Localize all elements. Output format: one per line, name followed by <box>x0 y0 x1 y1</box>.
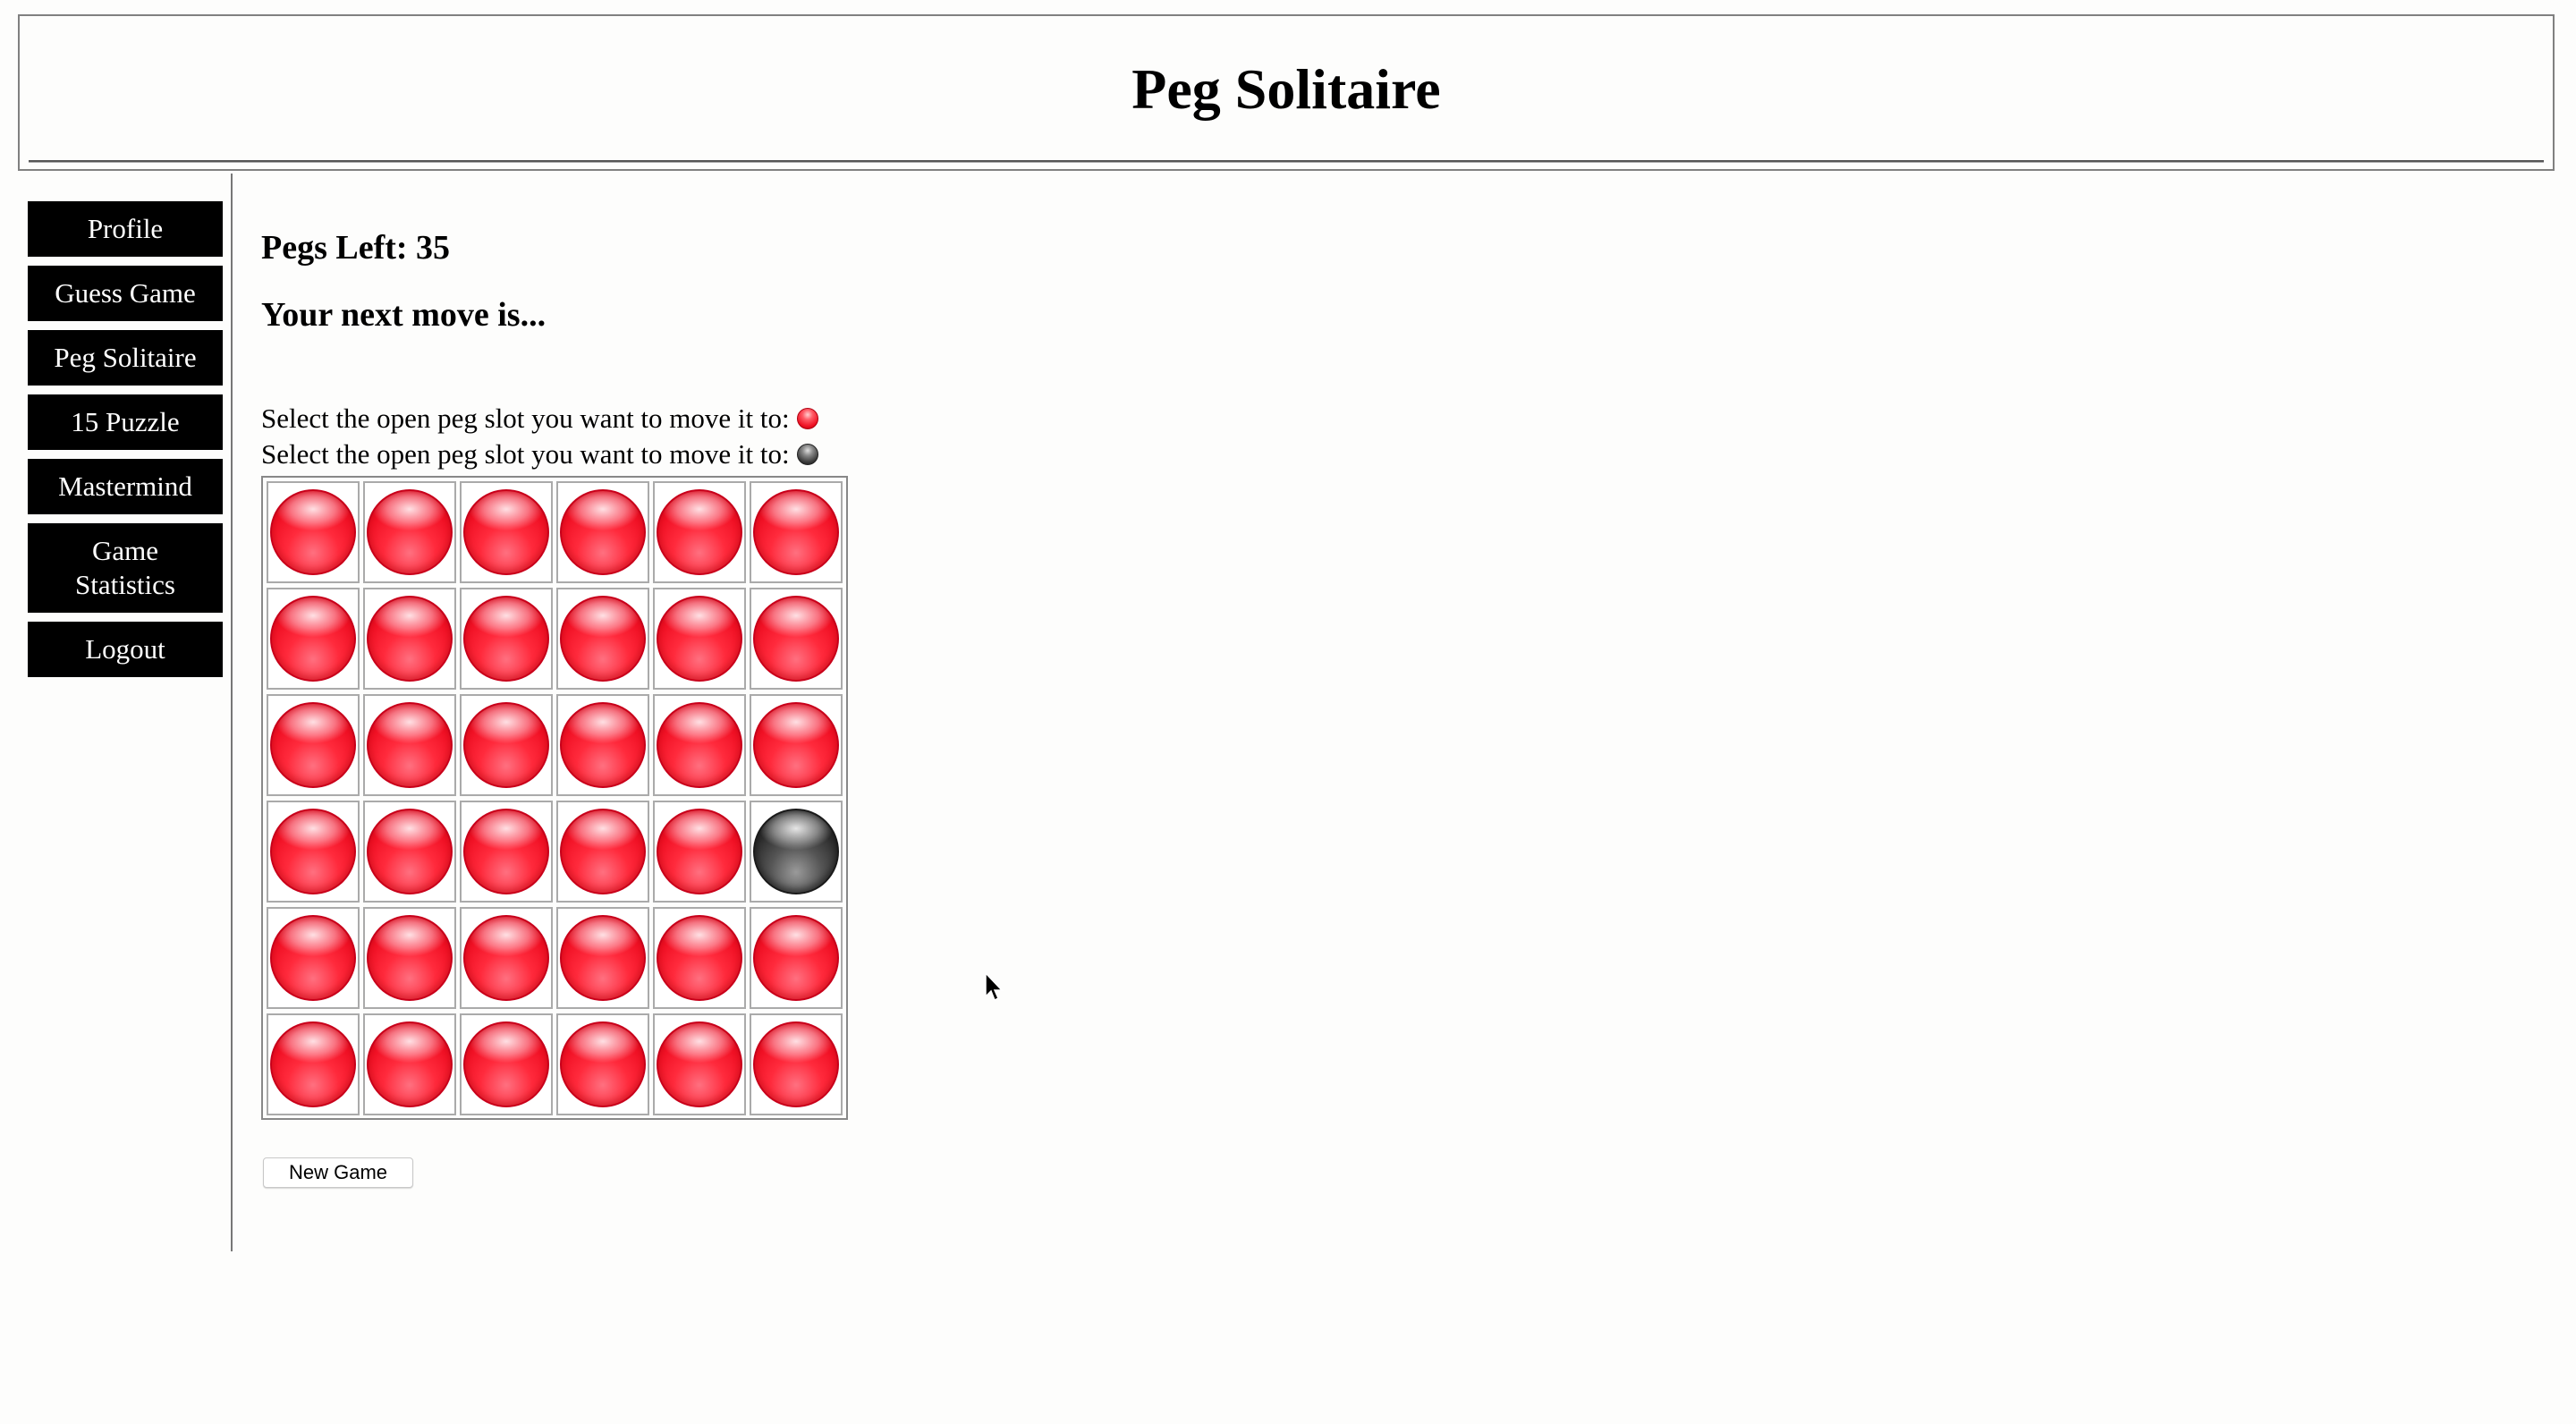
red-peg-icon[interactable] <box>657 809 742 894</box>
peg-slot[interactable] <box>460 588 553 690</box>
red-peg-icon[interactable] <box>463 809 549 894</box>
red-peg-icon[interactable] <box>753 489 839 575</box>
peg-slot[interactable] <box>556 481 649 583</box>
red-peg-icon[interactable] <box>463 1021 549 1107</box>
red-peg-icon[interactable] <box>367 1021 453 1107</box>
sidebar-item-logout[interactable]: Logout <box>28 622 223 677</box>
red-peg-icon[interactable] <box>270 1021 356 1107</box>
red-peg-icon[interactable] <box>270 596 356 682</box>
peg-slot[interactable] <box>653 694 746 796</box>
sidebar-item-15-puzzle[interactable]: 15 Puzzle <box>28 394 223 450</box>
red-peg-icon[interactable] <box>657 1021 742 1107</box>
next-move-heading: Your next move is... <box>261 296 547 334</box>
page-header: Peg Solitaire <box>18 14 2555 171</box>
sidebar-item-mastermind[interactable]: Mastermind <box>28 459 223 514</box>
peg-slot[interactable] <box>653 588 746 690</box>
red-peg-icon[interactable] <box>463 702 549 788</box>
red-peg-icon[interactable] <box>367 915 453 1001</box>
instruction-red: Select the open peg slot you want to mov… <box>261 403 818 435</box>
red-peg-icon[interactable] <box>560 489 646 575</box>
peg-slot[interactable] <box>267 907 360 1009</box>
peg-slot[interactable] <box>653 1013 746 1115</box>
peg-slot[interactable] <box>556 801 649 903</box>
sidebar-divider <box>231 174 233 1251</box>
peg-slot[interactable] <box>750 481 843 583</box>
sidebar-item-profile[interactable]: Profile <box>28 201 223 257</box>
peg-slot[interactable] <box>267 1013 360 1115</box>
peg-slot[interactable] <box>750 1013 843 1115</box>
red-peg-icon[interactable] <box>270 809 356 894</box>
pegs-left-counter: Pegs Left: 35 <box>261 229 451 267</box>
peg-slot[interactable] <box>363 1013 456 1115</box>
peg-slot[interactable] <box>556 907 649 1009</box>
red-peg-icon[interactable] <box>560 809 646 894</box>
red-peg-icon <box>796 408 818 429</box>
page-title: Peg Solitaire <box>1131 57 1441 121</box>
red-peg-icon[interactable] <box>657 596 742 682</box>
red-peg-icon[interactable] <box>560 1021 646 1107</box>
red-peg-icon[interactable] <box>463 915 549 1001</box>
peg-slot[interactable] <box>556 694 649 796</box>
peg-board <box>261 476 848 1120</box>
peg-slot[interactable] <box>653 907 746 1009</box>
peg-slot[interactable] <box>653 801 746 903</box>
peg-slot[interactable] <box>750 588 843 690</box>
red-peg-icon[interactable] <box>270 915 356 1001</box>
peg-slot[interactable] <box>750 694 843 796</box>
peg-slot[interactable] <box>460 694 553 796</box>
new-game-button[interactable]: New Game <box>263 1157 413 1188</box>
peg-slot[interactable] <box>363 907 456 1009</box>
peg-slot[interactable] <box>460 481 553 583</box>
red-peg-icon[interactable] <box>367 809 453 894</box>
instruction-black: Select the open peg slot you want to mov… <box>261 438 818 470</box>
peg-slot[interactable] <box>460 1013 553 1115</box>
instruction-red-text: Select the open peg slot you want to mov… <box>261 403 790 434</box>
red-peg-icon[interactable] <box>657 915 742 1001</box>
peg-slot[interactable] <box>460 801 553 903</box>
red-peg-icon[interactable] <box>367 702 453 788</box>
instruction-black-text: Select the open peg slot you want to mov… <box>261 438 790 470</box>
red-peg-icon[interactable] <box>753 702 839 788</box>
peg-slot[interactable] <box>267 801 360 903</box>
sidebar-item-guess-game[interactable]: Guess Game <box>28 266 223 321</box>
red-peg-icon[interactable] <box>657 702 742 788</box>
peg-slot[interactable] <box>363 481 456 583</box>
peg-slot[interactable] <box>460 907 553 1009</box>
peg-slot[interactable] <box>267 481 360 583</box>
peg-slot[interactable] <box>653 481 746 583</box>
red-peg-icon[interactable] <box>753 1021 839 1107</box>
sidebar-item-label: Game Statistics <box>75 535 175 600</box>
header-rule <box>29 160 2544 163</box>
red-peg-icon[interactable] <box>560 596 646 682</box>
peg-slot[interactable] <box>363 801 456 903</box>
peg-grid <box>267 481 843 1115</box>
red-peg-icon[interactable] <box>463 489 549 575</box>
red-peg-icon[interactable] <box>367 596 453 682</box>
peg-slot[interactable] <box>750 801 843 903</box>
peg-slot[interactable] <box>363 694 456 796</box>
peg-slot[interactable] <box>556 1013 649 1115</box>
red-peg-icon[interactable] <box>367 489 453 575</box>
red-peg-icon[interactable] <box>657 489 742 575</box>
peg-slot[interactable] <box>363 588 456 690</box>
sidebar-nav: Profile Guess Game Peg Solitaire 15 Puzz… <box>28 201 223 686</box>
peg-slot[interactable] <box>750 907 843 1009</box>
peg-slot[interactable] <box>267 694 360 796</box>
sidebar-item-game-statistics[interactable]: Game Statistics <box>28 523 223 613</box>
mouse-cursor-icon <box>985 971 1004 1002</box>
black-peg-icon[interactable] <box>753 809 839 894</box>
red-peg-icon[interactable] <box>753 596 839 682</box>
red-peg-icon[interactable] <box>270 489 356 575</box>
black-peg-icon <box>796 444 818 465</box>
sidebar-item-peg-solitaire[interactable]: Peg Solitaire <box>28 330 223 386</box>
red-peg-icon[interactable] <box>560 915 646 1001</box>
red-peg-icon[interactable] <box>560 702 646 788</box>
red-peg-icon[interactable] <box>270 702 356 788</box>
peg-slot[interactable] <box>556 588 649 690</box>
peg-slot[interactable] <box>267 588 360 690</box>
red-peg-icon[interactable] <box>463 596 549 682</box>
red-peg-icon[interactable] <box>753 915 839 1001</box>
